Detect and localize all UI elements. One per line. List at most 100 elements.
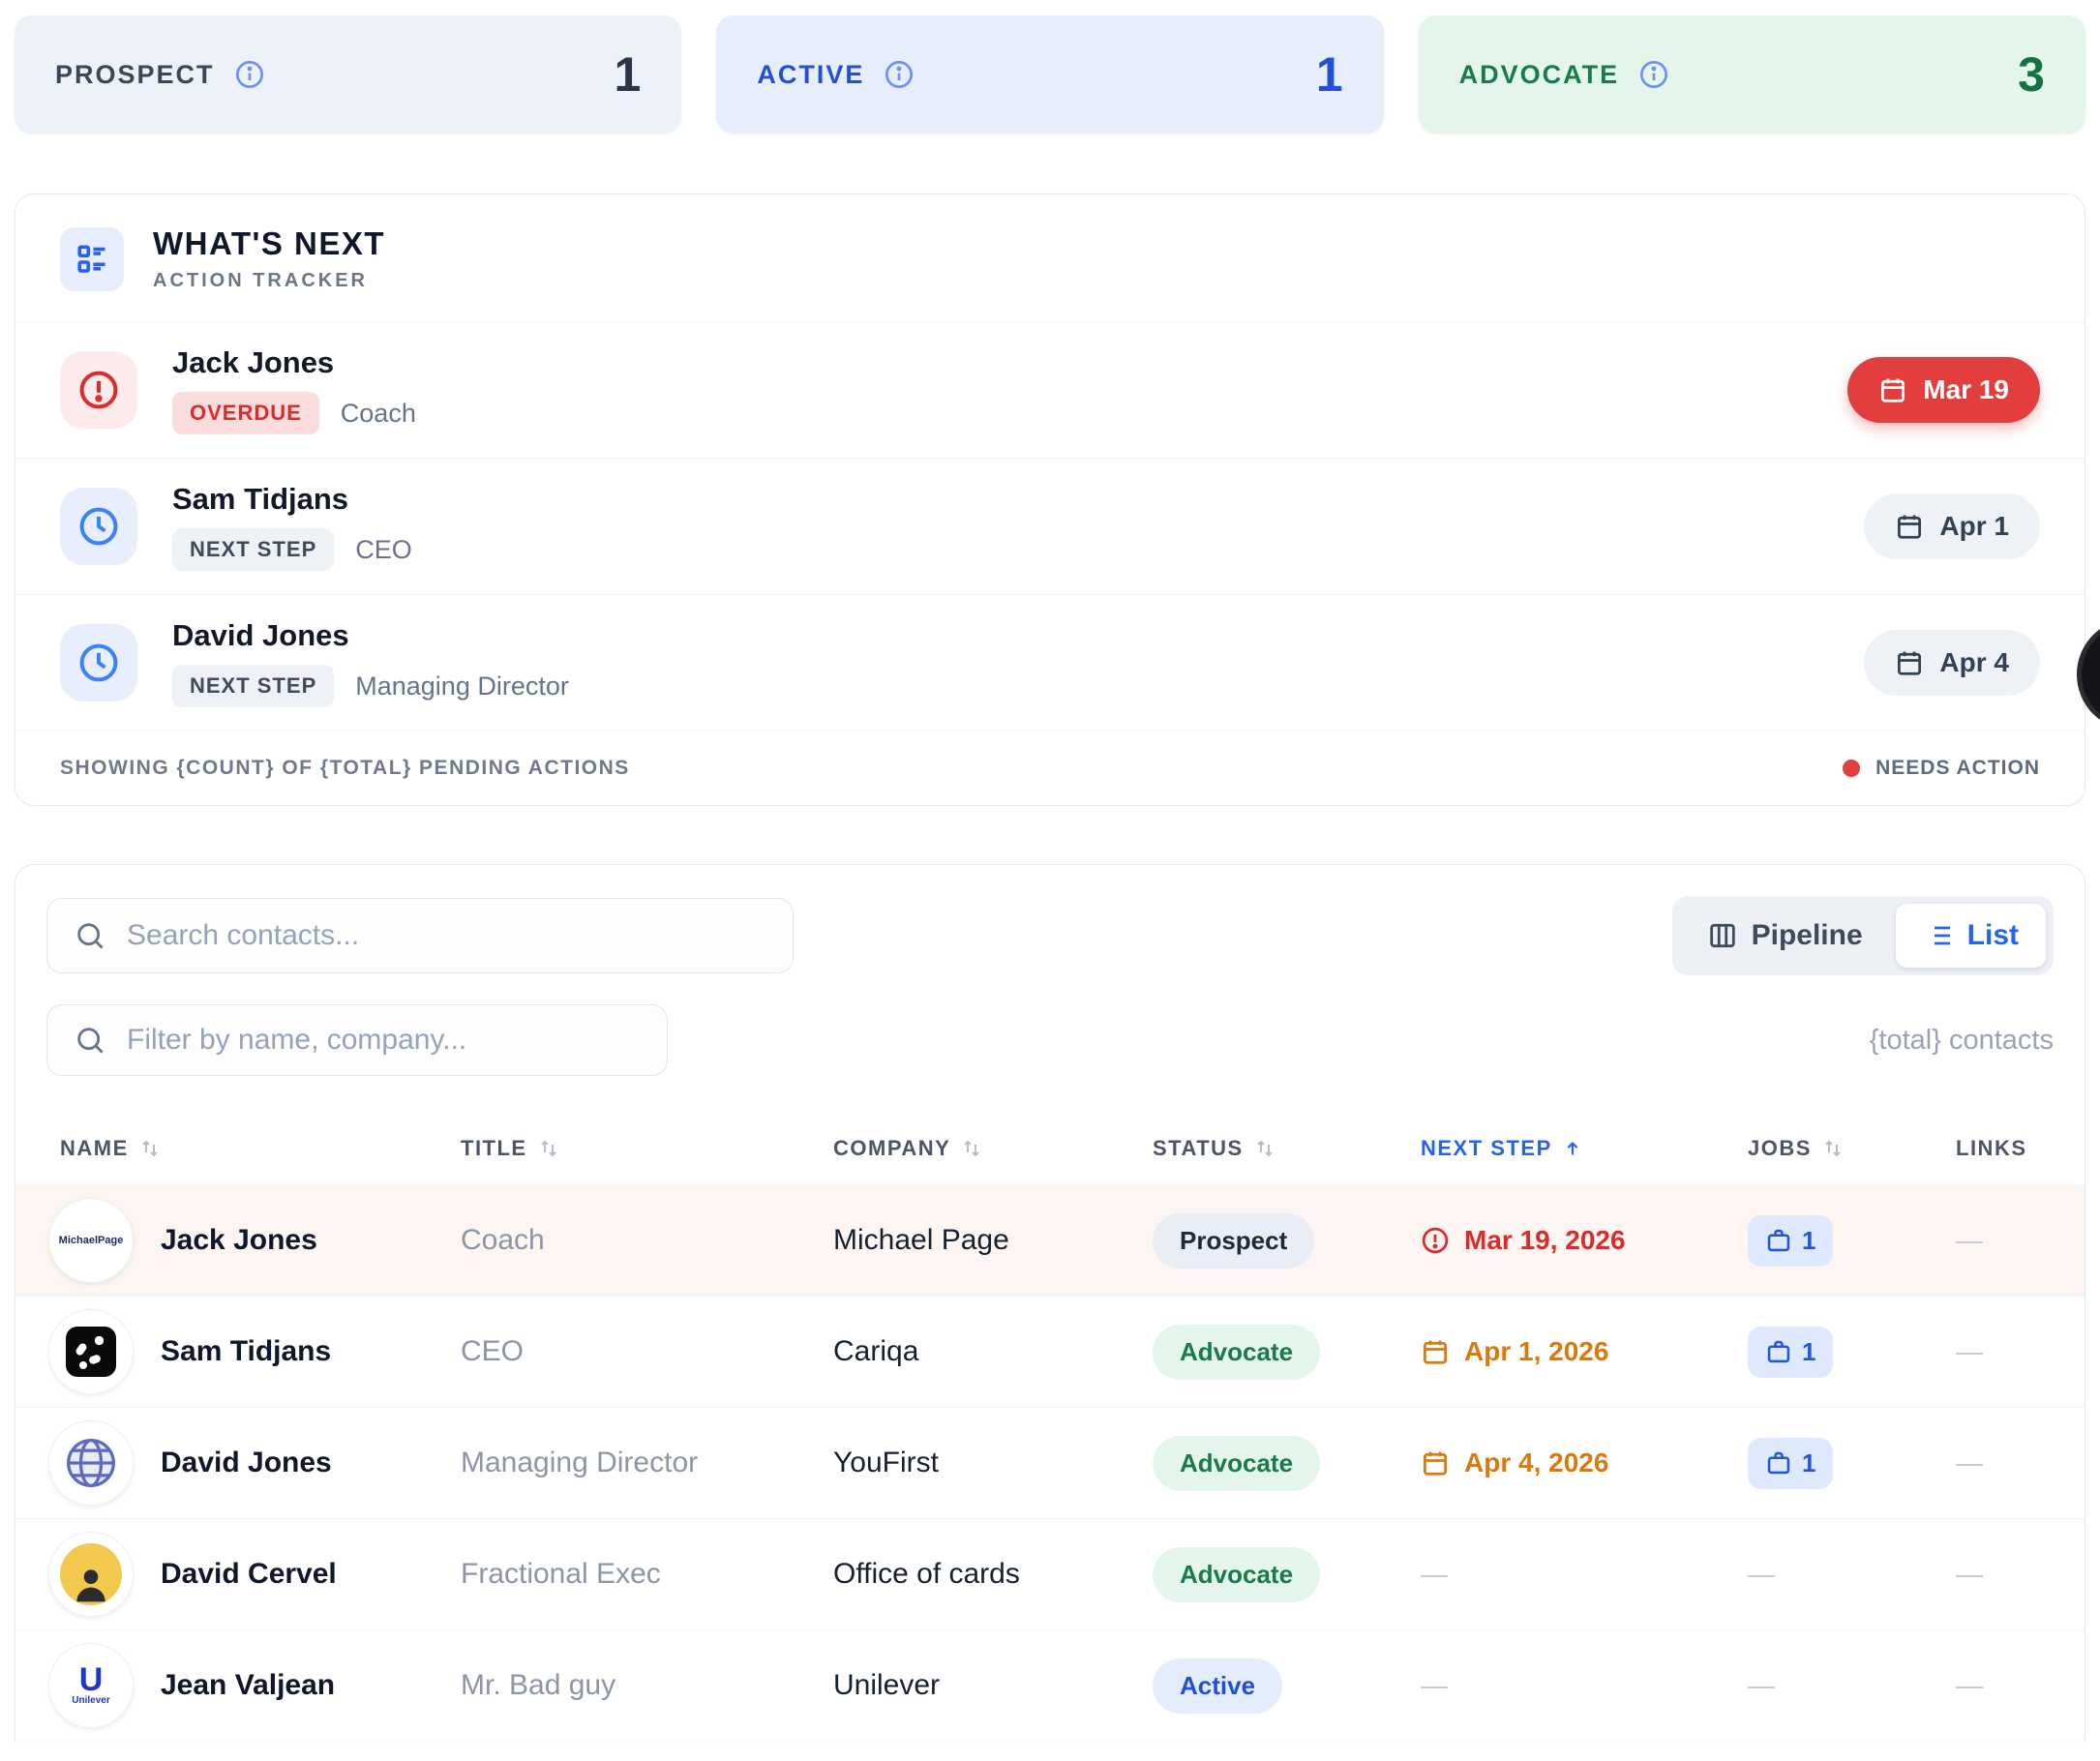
- column-header-name[interactable]: NAME: [45, 1136, 445, 1161]
- links-cell: —: [1940, 1336, 2055, 1367]
- stat-card-prospect: PROSPECT 1: [15, 15, 681, 134]
- filter-contacts-input[interactable]: [127, 1024, 640, 1057]
- jobs-cell: —: [1732, 1670, 1940, 1701]
- action-contact-name: Sam Tidjans: [172, 482, 412, 517]
- contact-name: David Jones: [161, 1447, 332, 1479]
- contact-title: CEO: [445, 1335, 818, 1368]
- action-contact-role: CEO: [355, 535, 412, 565]
- clock-icon: [60, 624, 137, 701]
- action-contact-name: Jack Jones: [172, 345, 416, 380]
- info-icon[interactable]: [234, 59, 265, 90]
- jobs-badge[interactable]: 1: [1748, 1215, 1833, 1267]
- avatar-youfirst: [48, 1420, 134, 1506]
- contact-company: YouFirst: [818, 1447, 1137, 1479]
- links-cell: —: [1940, 1448, 2055, 1478]
- stats-row: PROSPECT 1 ACTIVE 1 ADVOCATE 3: [15, 15, 2085, 134]
- sort-icon: [138, 1137, 162, 1160]
- contact-company: Unilever: [818, 1669, 1137, 1702]
- action-date-button[interactable]: Apr 4: [1864, 630, 2040, 696]
- contact-row-jack-jones[interactable]: MichaelPage Jack Jones Coach Michael Pag…: [15, 1184, 2085, 1296]
- action-contact-role: Managing Director: [355, 672, 569, 701]
- column-header-jobs[interactable]: JOBS: [1732, 1136, 1940, 1161]
- action-contact-name: David Jones: [172, 618, 569, 653]
- alert-circle-icon: [1421, 1226, 1450, 1255]
- contact-company: Michael Page: [818, 1224, 1137, 1257]
- search-icon: [75, 920, 105, 951]
- contact-company: Cariqa: [818, 1335, 1137, 1368]
- column-header-title[interactable]: TITLE: [445, 1136, 818, 1161]
- contact-name: Sam Tidjans: [161, 1335, 331, 1368]
- avatar-cariqa: [48, 1309, 134, 1394]
- stat-label-prospect: PROSPECT: [55, 60, 215, 90]
- pipeline-view-button[interactable]: Pipeline: [1680, 904, 1890, 968]
- sort-icon: [1253, 1137, 1276, 1160]
- whats-next-header: WHAT'S NEXT ACTION TRACKER: [15, 194, 2085, 322]
- contact-row-david-jones[interactable]: David Jones Managing Director YouFirst A…: [15, 1407, 2085, 1518]
- action-date-button[interactable]: Apr 1: [1864, 493, 2040, 559]
- next-step-badge: NEXT STEP: [172, 528, 334, 571]
- jobs-badge[interactable]: 1: [1748, 1327, 1833, 1378]
- briefcase-icon: [1765, 1449, 1792, 1477]
- avatar-unilever: U Unilever: [48, 1643, 134, 1728]
- avatar-person-photo: [48, 1532, 134, 1617]
- needs-action-dot-icon: [1843, 760, 1860, 777]
- column-header-company[interactable]: COMPANY: [818, 1136, 1137, 1161]
- contacts-total-label: {total} contacts: [1870, 1025, 2054, 1057]
- contact-title: Coach: [445, 1224, 818, 1257]
- action-item-sam-tidjans[interactable]: Sam Tidjans NEXT STEP CEO Apr 1: [15, 459, 2085, 595]
- links-cell: —: [1940, 1225, 2055, 1256]
- contact-name: Jack Jones: [161, 1224, 317, 1257]
- next-step-cell: —: [1405, 1670, 1732, 1701]
- briefcase-icon: [1765, 1338, 1792, 1365]
- alert-circle-icon: [60, 351, 137, 429]
- contact-name: Jean Valjean: [161, 1669, 335, 1702]
- column-header-status[interactable]: STATUS: [1137, 1136, 1405, 1161]
- contact-title: Mr. Bad guy: [445, 1669, 818, 1702]
- action-item-jack-jones[interactable]: Jack Jones OVERDUE Coach Mar 19: [15, 322, 2085, 459]
- next-step-cell: —: [1405, 1559, 1732, 1590]
- stat-card-advocate: ADVOCATE 3: [1419, 15, 2085, 134]
- next-step-date: Mar 19, 2026: [1405, 1225, 1732, 1256]
- search-contacts-input[interactable]: [127, 919, 765, 952]
- pending-actions-summary: SHOWING {COUNT} OF {TOTAL} PENDING ACTIO…: [60, 757, 630, 780]
- next-step-date: Apr 1, 2026: [1405, 1336, 1732, 1367]
- contacts-filter-row: {total} contacts: [15, 975, 2085, 1076]
- list-view-button[interactable]: List: [1896, 904, 2046, 968]
- contact-row-david-cervel[interactable]: David Cervel Fractional Exec Office of c…: [15, 1518, 2085, 1629]
- calendar-icon: [1421, 1337, 1450, 1366]
- sort-icon: [1821, 1137, 1845, 1160]
- status-badge: Prospect: [1153, 1213, 1314, 1269]
- contact-company: Office of cards: [818, 1558, 1137, 1591]
- next-step-badge: NEXT STEP: [172, 665, 334, 707]
- action-contact-role: Coach: [341, 399, 416, 429]
- action-date-button[interactable]: Mar 19: [1847, 357, 2040, 423]
- filter-box: [46, 1004, 668, 1076]
- links-cell: —: [1940, 1559, 2055, 1590]
- columns-icon: [1707, 920, 1738, 951]
- info-icon[interactable]: [884, 59, 915, 90]
- stat-card-active: ACTIVE 1: [716, 15, 1383, 134]
- briefcase-icon: [1765, 1227, 1792, 1254]
- stat-label-active: ACTIVE: [757, 60, 864, 90]
- links-cell: —: [1940, 1670, 2055, 1701]
- jobs-badge[interactable]: 1: [1748, 1438, 1833, 1489]
- stat-count-active: 1: [1316, 46, 1343, 103]
- whats-next-footer: SHOWING {COUNT} OF {TOTAL} PENDING ACTIO…: [15, 731, 2085, 805]
- search-icon: [75, 1025, 105, 1056]
- status-badge: Advocate: [1153, 1547, 1320, 1602]
- contact-row-jean-valjean[interactable]: U Unilever Jean Valjean Mr. Bad guy Unil…: [15, 1629, 2085, 1741]
- action-item-david-jones[interactable]: David Jones NEXT STEP Managing Director …: [15, 595, 2085, 731]
- whats-next-panel: WHAT'S NEXT ACTION TRACKER Jack Jones OV…: [15, 194, 2085, 806]
- column-header-next-step[interactable]: NEXT STEP: [1405, 1136, 1732, 1161]
- info-icon[interactable]: [1638, 59, 1669, 90]
- contacts-panel: Pipeline List {total} contacts NAME TITL…: [15, 864, 2085, 1741]
- contact-row-sam-tidjans[interactable]: Sam Tidjans CEO Cariqa Advocate Apr 1, 2…: [15, 1296, 2085, 1407]
- view-toggle: Pipeline List: [1672, 896, 2054, 975]
- action-tracker-icon: [60, 227, 124, 291]
- column-header-links: LINKS: [1940, 1136, 2055, 1161]
- sort-icon: [537, 1137, 560, 1160]
- needs-action-legend: NEEDS ACTION: [1843, 757, 2040, 780]
- jobs-cell: —: [1732, 1559, 1940, 1590]
- table-header-row: NAME TITLE COMPANY STATUS NEXT STEP JOBS: [15, 1113, 2085, 1184]
- status-badge: Advocate: [1153, 1325, 1320, 1380]
